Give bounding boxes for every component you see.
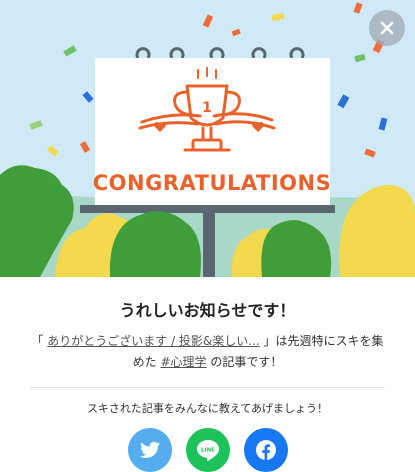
facebook-share-button[interactable] (243, 428, 288, 472)
divider (30, 387, 385, 388)
dialog-body: うれしいお知らせです！ 「 ありがとうございます / 投影&楽しい... 」は先… (0, 277, 415, 472)
share-buttons: LINE (0, 428, 415, 472)
line-icon-label: LINE (201, 448, 215, 454)
facebook-icon (255, 440, 276, 460)
close-icon (380, 21, 394, 35)
billboard-scene: 1 CONGRATULATIONS (0, 0, 415, 277)
message-suffix: の記事です！ (206, 355, 283, 369)
twitter-share-button[interactable] (127, 428, 172, 472)
hashtag-link[interactable]: #心理学 (160, 355, 206, 369)
close-button[interactable] (369, 10, 405, 46)
article-link[interactable]: ありがとうございます / 投影&楽しい... (47, 334, 259, 348)
trophy-rank: 1 (202, 100, 212, 116)
twitter-icon (139, 441, 160, 458)
dialog-message: 「 ありがとうございます / 投影&楽しい... 」は先週特にスキを集めた #心… (28, 331, 388, 373)
line-share-button[interactable]: LINE (185, 428, 230, 472)
share-prompt: スキされた記事をみんなに教えてあげましょう！ (86, 402, 329, 415)
billboard-text: CONGRATULATIONS (93, 171, 331, 195)
dialog-title: うれしいお知らせです！ (119, 301, 296, 320)
congratulations-illustration: 1 CONGRATULATIONS (0, 0, 415, 277)
message-quote-open: 「 (31, 334, 48, 348)
line-icon: LINE (196, 440, 219, 461)
